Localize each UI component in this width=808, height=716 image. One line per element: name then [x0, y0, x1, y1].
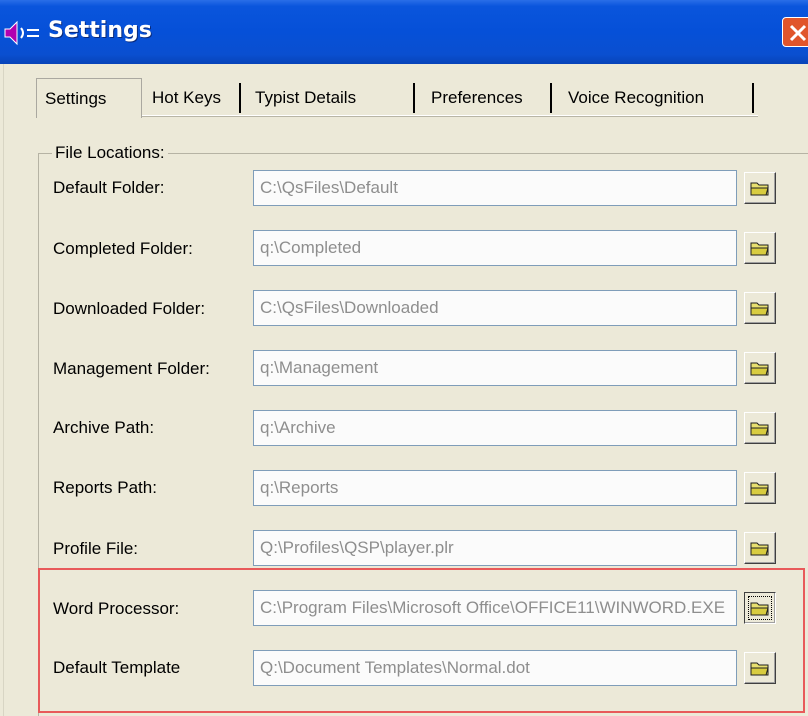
tab-hot-keys[interactable]: Hot Keys — [144, 81, 244, 115]
close-button[interactable] — [782, 17, 808, 47]
archive-path-field[interactable] — [253, 410, 737, 446]
settings-window: Settings Settings Hot Keys Typist Detail… — [0, 0, 808, 716]
completed-folder-input[interactable] — [254, 231, 736, 265]
completed-folder-label: Completed Folder: — [53, 239, 193, 258]
title-bar[interactable]: Settings — [0, 0, 808, 64]
reports-path-input[interactable] — [254, 471, 736, 505]
folder-open-icon — [750, 422, 769, 436]
management-folder-input[interactable] — [254, 351, 736, 385]
downloaded-folder-input[interactable] — [254, 291, 736, 325]
profile-file-browse-button[interactable] — [744, 532, 776, 564]
archive-path-input[interactable] — [254, 411, 736, 445]
word-processor-input[interactable] — [254, 591, 736, 625]
downloaded-folder-label: Downloaded Folder: — [53, 299, 206, 318]
tab-settings[interactable]: Settings — [36, 78, 142, 118]
tab-preferences[interactable]: Preferences — [421, 81, 552, 115]
default-folder-browse-button[interactable] — [744, 172, 776, 204]
group-label: File Locations: — [52, 141, 168, 165]
tab-label: Settings — [45, 89, 107, 108]
word-processor-browse-button[interactable] — [744, 592, 776, 624]
word-processor-label: Word Processor: — [53, 599, 180, 618]
folder-open-icon — [750, 482, 769, 496]
default-folder-field[interactable] — [253, 170, 737, 206]
management-folder-browse-button[interactable] — [744, 352, 776, 384]
reports-path-label: Reports Path: — [53, 478, 157, 497]
default-template-input[interactable] — [254, 651, 736, 685]
close-icon — [789, 24, 807, 42]
tab-label: Voice Recognition — [568, 88, 705, 107]
downloaded-folder-field[interactable] — [253, 290, 737, 326]
default-folder-input[interactable] — [254, 171, 736, 205]
window-title: Settings — [48, 18, 152, 43]
completed-folder-browse-button[interactable] — [744, 232, 776, 264]
folder-open-icon — [750, 182, 769, 196]
management-folder-label: Management Folder: — [53, 359, 210, 378]
profile-file-field[interactable] — [253, 530, 737, 566]
word-processor-field[interactable] — [253, 590, 737, 626]
folder-open-icon — [750, 602, 769, 616]
folder-open-icon — [750, 662, 769, 676]
folder-open-icon — [750, 542, 769, 556]
tab-label: Preferences — [431, 88, 523, 107]
default-template-label: Default Template — [53, 658, 181, 677]
folder-open-icon — [750, 302, 769, 316]
profile-file-label: Profile File: — [53, 539, 139, 558]
profile-file-input[interactable] — [254, 531, 736, 565]
completed-folder-field[interactable] — [253, 230, 737, 266]
default-template-browse-button[interactable] — [744, 652, 776, 684]
tab-typist-details[interactable]: Typist Details — [247, 81, 415, 115]
tab-label: Typist Details — [255, 88, 357, 107]
management-folder-field[interactable] — [253, 350, 737, 386]
archive-path-browse-button[interactable] — [744, 412, 776, 444]
tab-voice-recognition[interactable]: Voice Recognition — [558, 81, 758, 115]
default-folder-label: Default Folder: — [53, 178, 165, 197]
speaker-icon — [4, 20, 39, 46]
reports-path-field[interactable] — [253, 470, 737, 506]
downloaded-folder-browse-button[interactable] — [744, 292, 776, 324]
default-template-field[interactable] — [253, 650, 737, 686]
reports-path-browse-button[interactable] — [744, 472, 776, 504]
folder-open-icon — [750, 242, 769, 256]
folder-open-icon — [750, 362, 769, 376]
tab-label: Hot Keys — [152, 88, 221, 107]
archive-path-label: Archive Path: — [53, 418, 155, 437]
